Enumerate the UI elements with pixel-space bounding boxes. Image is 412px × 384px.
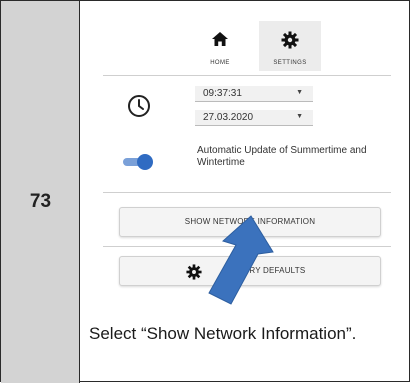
tab-settings[interactable]: SETTINGS: [259, 21, 321, 71]
tab-home[interactable]: HOME: [189, 21, 251, 71]
date-value: 27.03.2020: [203, 112, 254, 123]
date-select[interactable]: 27.03.2020 ▼: [195, 110, 313, 126]
show-network-information-button[interactable]: SHOW NETWORK INFORMATION: [119, 207, 381, 237]
auto-update-label: Automatic Update of Summertime and Winte…: [197, 145, 367, 168]
dropdown-arrow-icon: ▼: [296, 113, 303, 120]
device-screenshot: HOME SETTINGS 09:37:31 ▼ 27.03.2020 ▼ Au…: [99, 7, 391, 302]
divider: [103, 75, 391, 76]
dropdown-arrow-icon: ▼: [296, 89, 303, 96]
clock-icon: [128, 95, 150, 117]
tab-settings-label: SETTINGS: [273, 60, 307, 66]
gear-icon: [186, 264, 202, 280]
show-network-label: SHOW NETWORK INFORMATION: [184, 217, 316, 226]
factory-defaults-button[interactable]: TORY DEFAULTS: [119, 256, 381, 286]
divider: [103, 192, 391, 193]
home-icon: [212, 32, 228, 46]
time-value: 09:37:31: [203, 88, 242, 99]
instruction-text: Select “Show Network Information”.: [89, 324, 357, 343]
step-column: 73: [1, 1, 80, 383]
gear-icon: [281, 31, 299, 49]
tab-bar: HOME SETTINGS: [189, 21, 339, 71]
time-select[interactable]: 09:37:31 ▼: [195, 86, 313, 102]
step-number: 73: [29, 191, 52, 212]
instruction-table: 73 HOME SETTINGS 09:37:31 ▼ 27.03.2020 ▼…: [0, 0, 411, 383]
factory-defaults-label: TORY DEFAULTS: [238, 266, 306, 275]
toggle-knob: [137, 154, 153, 170]
auto-update-toggle[interactable]: [119, 154, 155, 170]
step-content: HOME SETTINGS 09:37:31 ▼ 27.03.2020 ▼ Au…: [81, 1, 411, 383]
divider: [103, 246, 391, 247]
tab-home-label: HOME: [210, 60, 230, 66]
